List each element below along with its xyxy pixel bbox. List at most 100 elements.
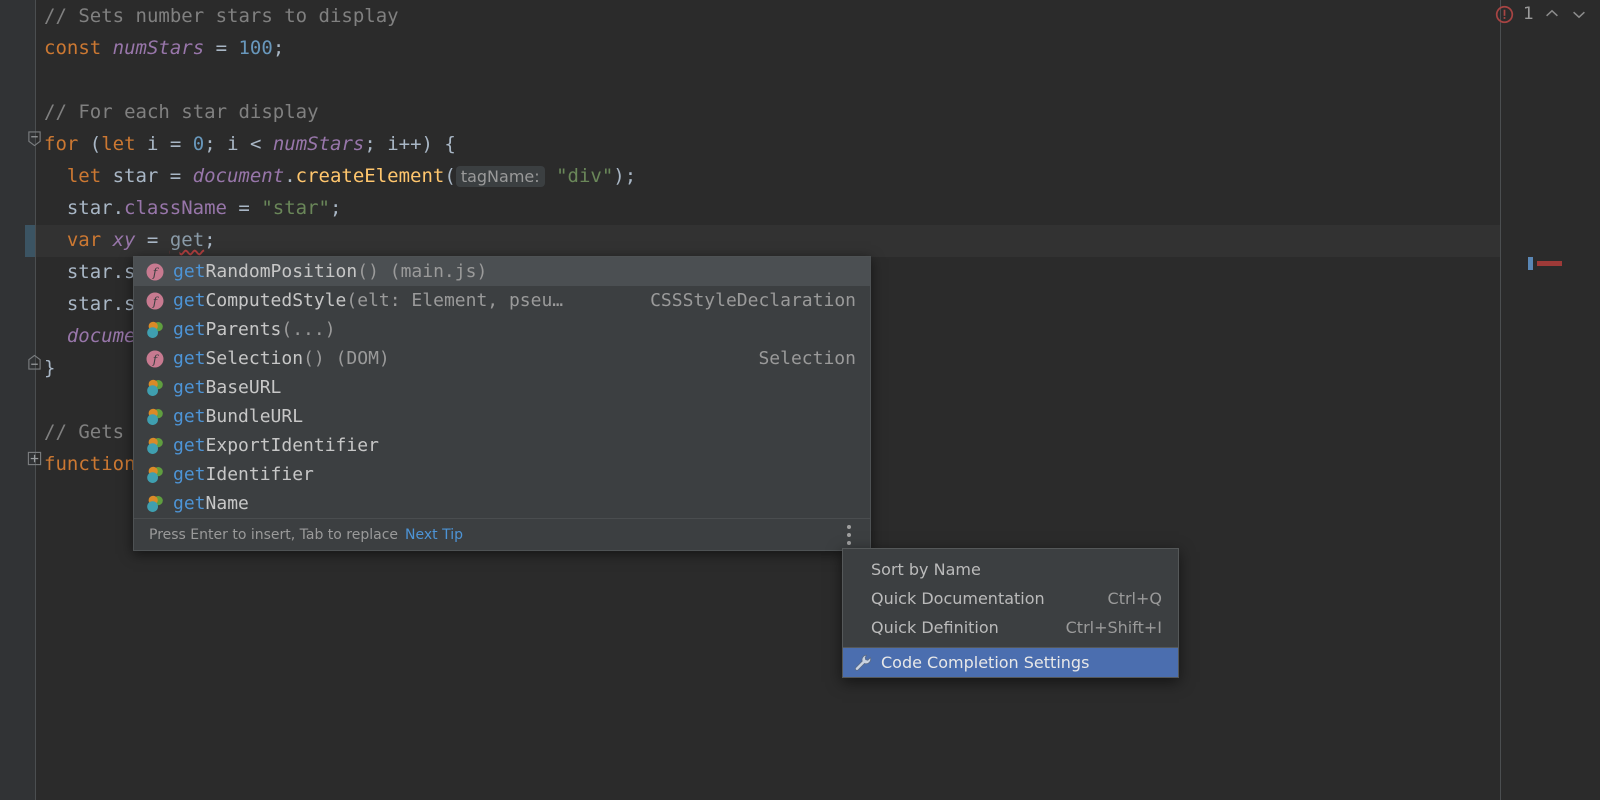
code-token: star.s (66, 261, 136, 283)
completion-hint-text: Press Enter to insert, Tab to replace (149, 526, 399, 543)
code-line: const numStars = 100; (44, 32, 284, 64)
completion-item[interactable]: f getComputedStyle(elt: Element, pseu… CSS… (134, 286, 870, 315)
code-token: 0 (192, 133, 205, 155)
completion-item[interactable]: getBundleURL (134, 402, 870, 431)
chevron-down-icon[interactable] (1570, 5, 1588, 23)
code-token: ; i++) { (364, 133, 456, 155)
code-line: star.s (67, 256, 136, 288)
code-token: . (284, 165, 296, 187)
kebab-menu-icon[interactable] (836, 519, 862, 550)
code-token: // Gets (44, 421, 125, 443)
code-token: star = (112, 165, 193, 187)
code-token: ( (444, 165, 456, 187)
completion-item-label: getSelection() (DOM) (173, 348, 390, 369)
code-token: var (66, 229, 113, 251)
code-token: ; i < (204, 133, 273, 155)
code-line: } (44, 352, 55, 384)
error-count: 1 (1523, 4, 1534, 24)
code-token: i = (146, 133, 193, 155)
fold-toggle-icon[interactable] (24, 130, 44, 146)
code-token: createElement (295, 165, 445, 187)
wrench-icon (853, 653, 873, 673)
word-icon (145, 436, 165, 456)
completion-item[interactable]: getName (134, 489, 870, 518)
code-token: } (44, 357, 56, 379)
completion-item[interactable]: f getSelection() (DOM) Selection (134, 344, 870, 373)
code-token: className (124, 197, 227, 219)
code-line: // Sets number stars to display (44, 0, 399, 32)
code-token: let (101, 133, 147, 155)
error-circle-icon[interactable] (1495, 5, 1514, 24)
code-line: // For each star display (44, 96, 319, 128)
context-menu-item[interactable]: Sort by Name (843, 555, 1178, 584)
next-tip-link[interactable]: Next Tip (405, 527, 463, 543)
completion-item[interactable]: f getRandomPosition() (main.js) (134, 257, 870, 286)
code-token: // Sets number stars to display (44, 5, 399, 27)
parameter-hint-badge: tagName: (455, 166, 545, 187)
code-token: xy (112, 229, 136, 251)
completion-list[interactable]: f getRandomPosition() (main.js) f getComput… (134, 257, 870, 518)
completion-item-label: getBundleURL (173, 406, 304, 427)
word-icon (145, 320, 165, 340)
completion-item-type: CSSStyleDeclaration (650, 290, 856, 311)
fold-toggle-icon[interactable] (24, 354, 44, 370)
code-token: let (66, 165, 113, 187)
code-line: // Gets (44, 416, 124, 448)
code-line: let star = document.createElement(tagNam… (67, 160, 636, 192)
completion-item-label: getExportIdentifier (173, 435, 379, 456)
context-menu-item[interactable]: Quick Definition Ctrl+Shift+I (843, 613, 1178, 642)
completion-item-label: getParents(...) (173, 319, 336, 340)
code-token: "star" (261, 197, 330, 219)
code-token: ); (613, 165, 637, 187)
context-menu-item-label: Sort by Name (871, 560, 981, 579)
code-token: 100 (238, 37, 273, 59)
function-icon: f (145, 349, 165, 369)
code-token: = (204, 37, 239, 59)
context-menu-item[interactable]: Code Completion Settings (843, 648, 1178, 677)
code-token: docume (66, 325, 136, 347)
completion-item-label: getComputedStyle(elt: Element, pseu… (173, 290, 564, 311)
word-icon (145, 378, 165, 398)
code-token: = (135, 229, 170, 251)
code-token: star. (66, 197, 125, 219)
completion-item[interactable]: getIdentifier (134, 460, 870, 489)
completion-item-label: getName (173, 493, 249, 514)
completion-context-menu[interactable]: Sort by Name Quick Documentation Ctrl+Q Qui… (842, 548, 1179, 678)
code-token: ; (329, 197, 342, 219)
chevron-up-icon[interactable] (1543, 5, 1561, 23)
code-token: const (44, 37, 113, 59)
code-line: star.className = "star"; (67, 192, 342, 224)
completion-item-label: getRandomPosition() (main.js) (173, 261, 488, 282)
completion-item[interactable]: getParents(...) (134, 315, 870, 344)
context-menu-item-label: Quick Documentation (871, 589, 1045, 608)
completion-item[interactable]: getExportIdentifier (134, 431, 870, 460)
code-token: = (226, 197, 262, 219)
word-icon (145, 407, 165, 427)
code-token: // For each star display (44, 101, 319, 123)
code-completion-popup[interactable]: f getRandomPosition() (main.js) f getComput… (133, 256, 871, 551)
completion-footer: Press Enter to insert, Tab to replace Ne… (134, 518, 870, 550)
code-line: star.s (67, 288, 136, 320)
code-line: docume (67, 320, 136, 352)
context-menu-item-shortcut: Ctrl+Shift+I (1065, 618, 1162, 637)
context-menu-item[interactable]: Quick Documentation Ctrl+Q (843, 584, 1178, 613)
word-icon (145, 494, 165, 514)
completion-item-label: getIdentifier (173, 464, 314, 485)
code-token: document (192, 165, 285, 187)
fold-toggle-icon[interactable] (24, 450, 44, 466)
completion-item-type: Selection (758, 348, 856, 369)
code-token: ; (204, 229, 216, 251)
code-token: numStars (112, 37, 205, 59)
completion-item-label: getBaseURL (173, 377, 282, 398)
code-line: function (44, 448, 136, 480)
inspection-widget: 1 (1496, 0, 1600, 800)
function-icon: f (145, 291, 165, 311)
code-line: var xy = get; (67, 224, 216, 256)
code-token: ; (272, 37, 285, 59)
context-menu-item-label: Quick Definition (871, 618, 999, 637)
code-token: star.s (66, 293, 136, 315)
code-token: numStars (272, 133, 365, 155)
code-token: function (44, 453, 136, 475)
editor-window: // Sets number stars to display const num… (0, 0, 1600, 800)
completion-item[interactable]: getBaseURL (134, 373, 870, 402)
